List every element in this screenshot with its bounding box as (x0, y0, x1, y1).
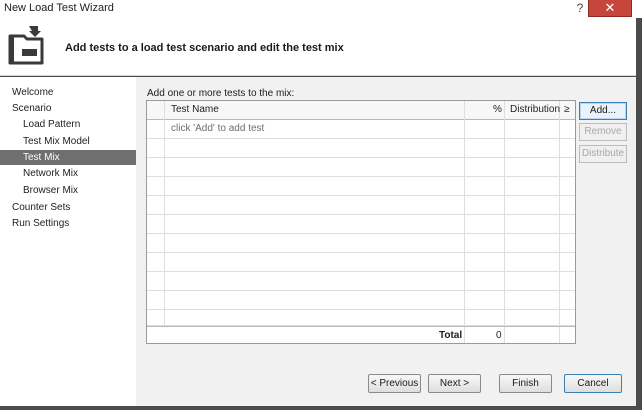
window-title: New Load Test Wizard (4, 2, 114, 14)
total-percent-value: 0 (496, 330, 502, 341)
remove-test-button[interactable]: Remove (579, 123, 627, 141)
table-row[interactable] (147, 158, 575, 177)
column-header-percent[interactable]: % (493, 104, 502, 115)
nav-item-welcome[interactable]: Welcome (0, 85, 136, 100)
column-sort-icon[interactable]: ≥ (564, 104, 570, 115)
column-header-distribution[interactable]: Distribution (510, 104, 560, 115)
table-row[interactable] (147, 196, 575, 215)
help-button[interactable]: ? (573, 0, 587, 17)
wizard-footer: < Previous Next > Finish Cancel (136, 361, 636, 406)
add-test-placeholder: click 'Add' to add test (171, 123, 265, 134)
total-row: Total 0 (147, 326, 575, 343)
wizard-folder-arrow-icon (8, 26, 44, 65)
close-button[interactable]: ✕ (588, 0, 632, 17)
table-row[interactable] (147, 177, 575, 196)
test-mix-panel: Add one or more tests to the mix: Test N… (136, 77, 636, 361)
table-row[interactable]: click 'Add' to add test (147, 120, 575, 139)
wizard-header: Add tests to a load test scenario and ed… (0, 18, 636, 76)
table-row[interactable] (147, 215, 575, 234)
grid-header-row: Test Name % Distribution ≥ (147, 101, 575, 120)
total-label: Total (439, 330, 463, 341)
distribute-button[interactable]: Distribute (579, 145, 627, 163)
page-heading: Add tests to a load test scenario and ed… (65, 42, 344, 54)
nav-item-scenario[interactable]: Scenario (0, 101, 136, 116)
mix-instruction: Add one or more tests to the mix: (147, 88, 295, 99)
wizard-window: New Load Test Wizard ? ✕ Add tests to a … (0, 0, 642, 410)
finish-button[interactable]: Finish (499, 374, 552, 393)
table-row[interactable] (147, 234, 575, 253)
wizard-step-nav: Welcome Scenario Load Pattern Test Mix M… (0, 77, 136, 406)
title-bar: New Load Test Wizard ? ✕ (0, 0, 642, 18)
table-row[interactable] (147, 253, 575, 272)
previous-button[interactable]: < Previous (368, 374, 421, 393)
nav-item-counter-sets[interactable]: Counter Sets (0, 200, 136, 215)
nav-item-load-pattern[interactable]: Load Pattern (0, 117, 136, 132)
nav-item-browser-mix[interactable]: Browser Mix (0, 183, 136, 198)
next-button[interactable]: Next > (428, 374, 481, 393)
table-row[interactable] (147, 291, 575, 310)
nav-item-test-mix[interactable]: Test Mix (0, 150, 136, 165)
nav-item-network-mix[interactable]: Network Mix (0, 166, 136, 181)
table-row[interactable] (147, 139, 575, 158)
table-row[interactable] (147, 310, 575, 329)
test-mix-grid[interactable]: Test Name % Distribution ≥ click 'Add' t… (146, 100, 576, 344)
table-row[interactable] (147, 272, 575, 291)
cancel-button[interactable]: Cancel (564, 374, 622, 393)
nav-item-run-settings[interactable]: Run Settings (0, 216, 136, 231)
column-header-test-name[interactable]: Test Name (171, 104, 219, 115)
add-test-button[interactable]: Add... (579, 102, 627, 120)
nav-item-test-mix-model[interactable]: Test Mix Model (0, 134, 136, 149)
